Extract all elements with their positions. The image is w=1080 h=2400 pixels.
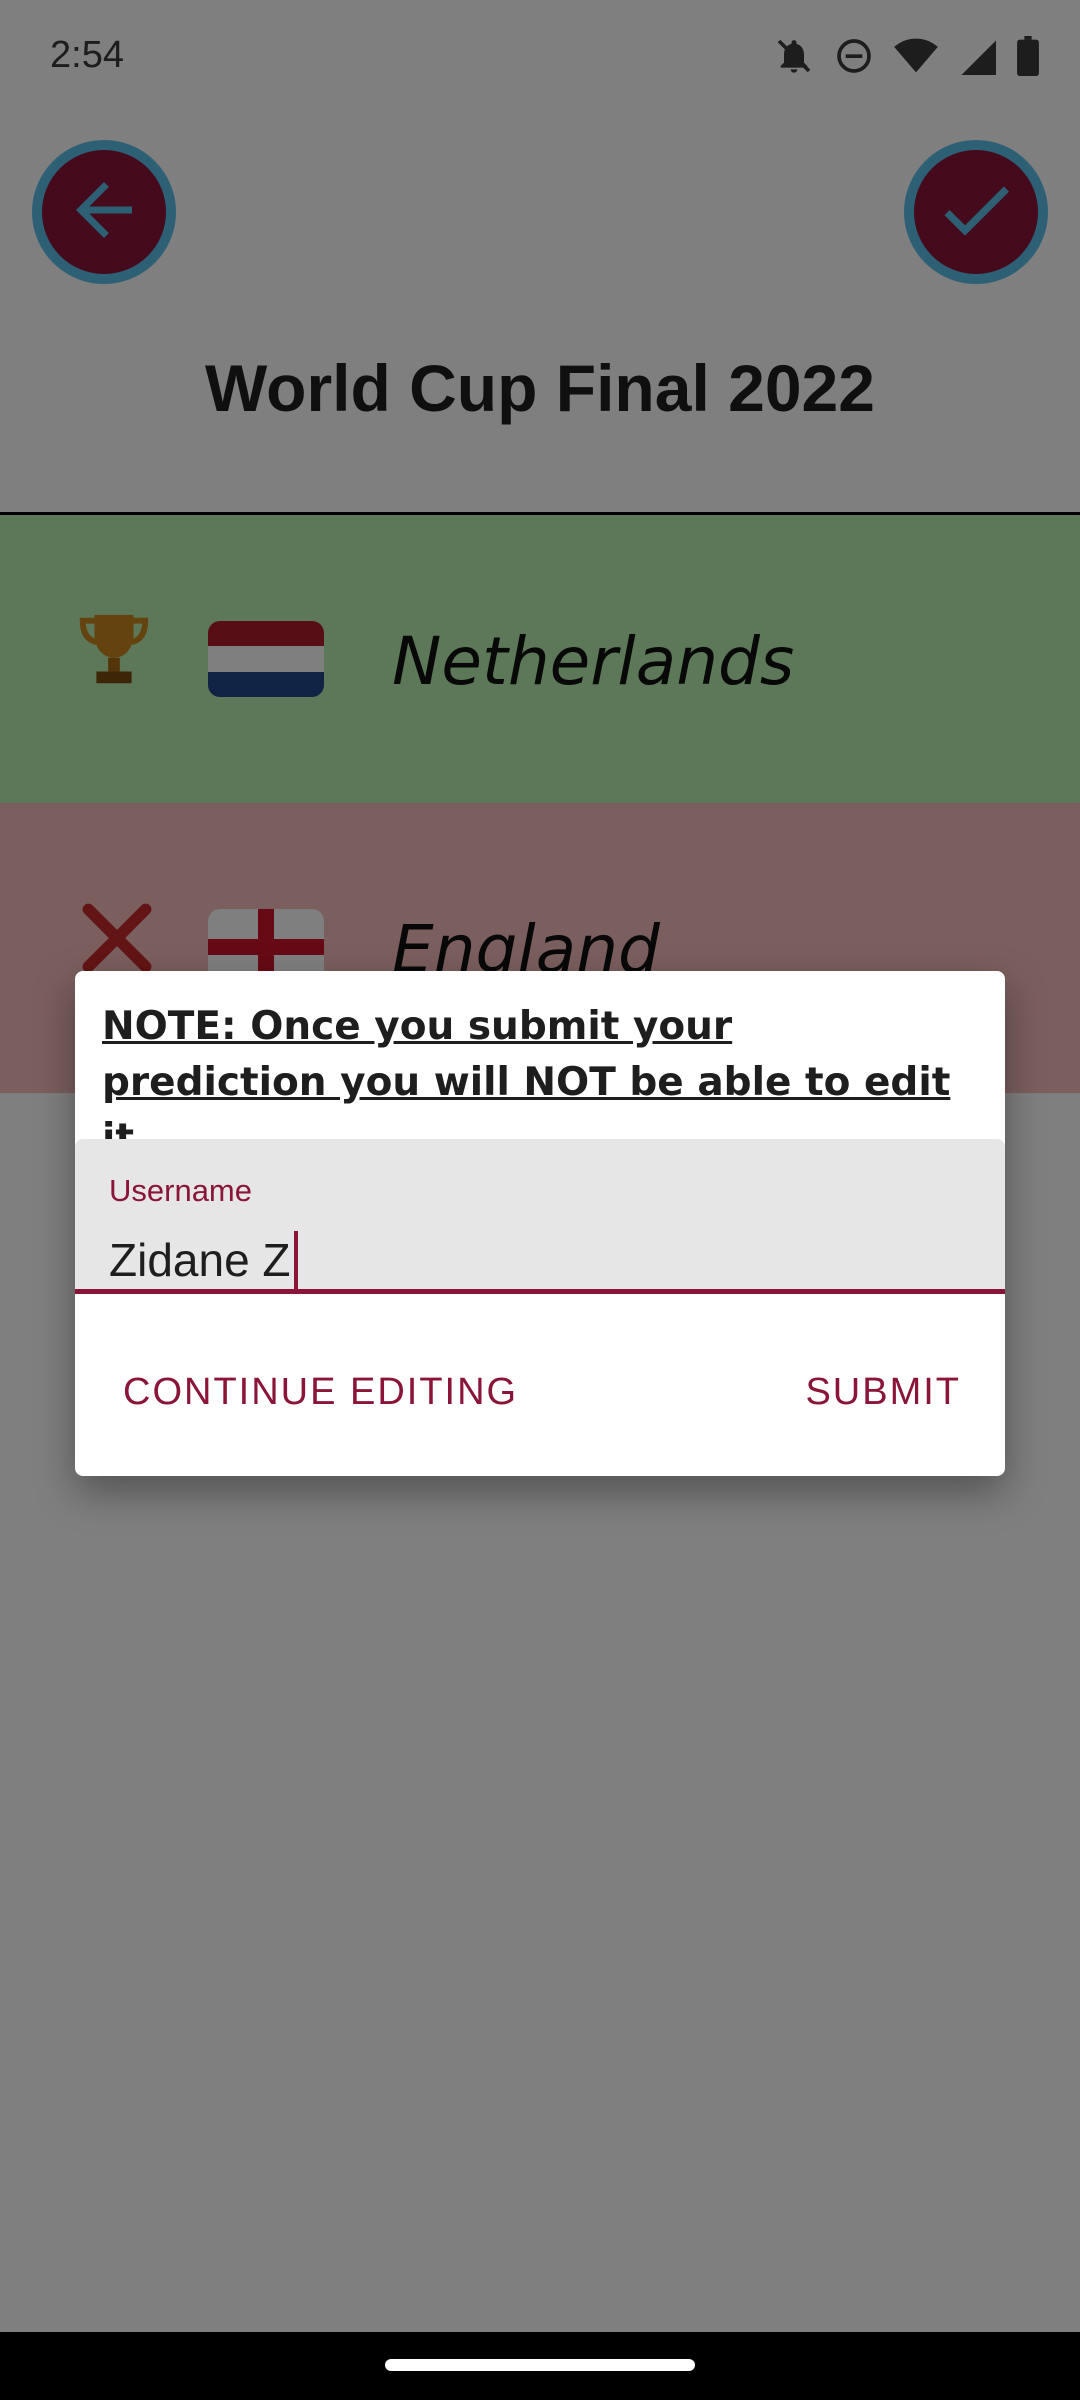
username-value: Zidane Z (109, 1234, 291, 1286)
continue-editing-button[interactable]: CONTINUE EDITING (123, 1371, 518, 1414)
username-input[interactable]: Zidane Z (109, 1231, 298, 1289)
username-label: Username (109, 1173, 252, 1208)
text-caret (293, 1231, 298, 1289)
navigation-bar (0, 2332, 1080, 2400)
username-field[interactable]: Username Zidane Z (75, 1139, 1005, 1294)
submit-dialog: NOTE: Once you submit your prediction yo… (75, 971, 1005, 1476)
submit-button[interactable]: SUBMIT (805, 1371, 961, 1414)
home-indicator[interactable] (385, 2359, 695, 2371)
